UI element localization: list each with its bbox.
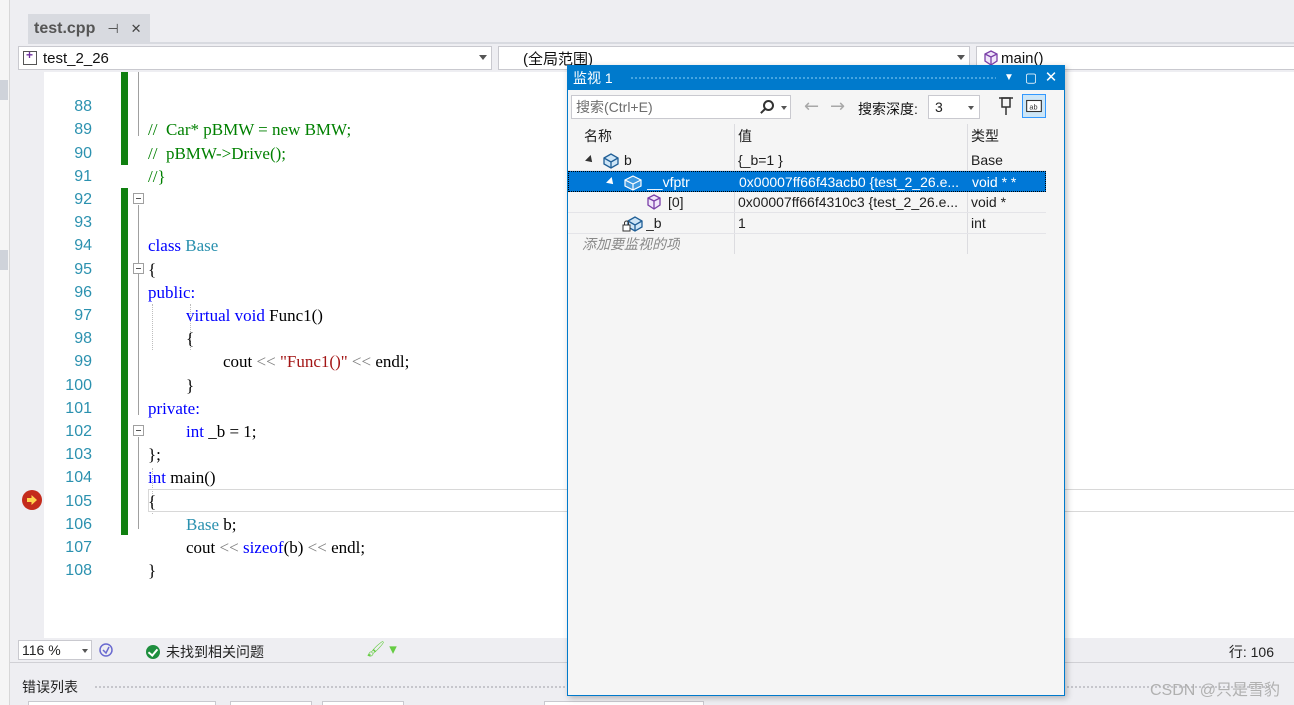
project-icon [23, 48, 37, 65]
search-placeholder: 搜索(Ctrl+E) [576, 99, 653, 115]
forward-arrow-icon[interactable]: → [830, 96, 845, 117]
watch-value: 0x00007ff66f43acb0 {test_2_26.e... [739, 174, 960, 190]
watch-title: 监视 1 [573, 70, 613, 86]
close-icon[interactable]: ✕ [1042, 66, 1060, 90]
svg-text:ab: ab [1029, 103, 1037, 112]
chevron-down-icon [957, 55, 965, 60]
watermark: CSDN @只是雪豹 [1149, 682, 1280, 699]
watch-row[interactable]: [0] 0x00007ff66f4310c3 {test_2_26.e... v… [568, 192, 1046, 213]
search-depth-label: 搜索深度: [858, 101, 918, 117]
build-filter-dropdown[interactable] [544, 701, 704, 705]
chevron-down-icon [479, 55, 487, 60]
watch-name: _b [646, 215, 662, 231]
watch-row[interactable]: _b 1 int [568, 213, 1046, 234]
watch-value: 0x00007ff66f4310c3 {test_2_26.e... [738, 194, 959, 210]
project-name: test_2_26 [43, 49, 109, 67]
field-icon [624, 175, 642, 191]
close-tab-icon[interactable]: ✕ [131, 22, 142, 37]
watch-toolbar: 搜索(Ctrl+E) ← → 搜索深度: 3 ab [568, 90, 1064, 122]
search-depth-value: 3 [935, 99, 943, 115]
watch-type: void * * [972, 174, 1017, 190]
watch-window: 监视 1 ▼ ▢ ✕ 搜索(Ctrl+E) ← → 搜索深度: 3 ab 名称 … [567, 65, 1065, 696]
chevron-down-icon [968, 106, 974, 110]
add-watch-placeholder: 添加要监视的项 [582, 236, 680, 252]
left-toolbox-strip[interactable] [0, 0, 10, 705]
maximize-icon[interactable]: ▢ [1022, 66, 1040, 90]
add-watch-row[interactable]: 添加要监视的项 [568, 234, 1046, 255]
watch-search-input[interactable]: 搜索(Ctrl+E) [571, 95, 791, 119]
watch-name: [0] [668, 194, 684, 210]
line-number: 108 [65, 562, 92, 580]
health-indicator[interactable]: 未找到相关问题 [146, 642, 264, 662]
intellicode-icon[interactable] [98, 642, 114, 658]
watch-grid-header: 名称 值 类型 [568, 124, 1046, 146]
watch-value: {_b=1 } [738, 152, 783, 168]
watch-name: b [624, 152, 632, 168]
error-list-title[interactable]: 错误列表 [22, 677, 78, 697]
title-grip [630, 76, 996, 80]
warnings-filter-button[interactable] [322, 701, 404, 705]
back-arrow-icon[interactable]: ← [804, 96, 819, 117]
check-circle-icon [146, 645, 160, 659]
column-header-value[interactable]: 值 [738, 126, 752, 146]
code-cleanup-icon[interactable]: 🖌 ▾ [366, 640, 397, 658]
side-marker [0, 80, 8, 100]
document-tab-strip: test.cpp ⊣ ✕ [10, 0, 1294, 44]
method-cube-icon [984, 50, 998, 66]
expand-arrow-icon[interactable] [585, 155, 595, 165]
tab-test-cpp[interactable]: test.cpp ⊣ ✕ [28, 14, 150, 44]
object-icon [603, 153, 619, 169]
chevron-down-icon [82, 649, 88, 653]
project-dropdown[interactable]: test_2_26 [18, 46, 492, 70]
cursor-line-position: 行: 106 [1228, 644, 1274, 660]
pin-source-icon[interactable] [994, 94, 1018, 118]
expand-arrow-icon[interactable] [606, 177, 616, 187]
pointer-element-icon [647, 194, 661, 210]
code-text: } [148, 561, 157, 581]
function-name: main() [1001, 49, 1044, 67]
watch-type: Base [971, 152, 1003, 168]
pin-icon[interactable]: ⊣ [107, 22, 118, 37]
search-depth-dropdown[interactable]: 3 [928, 95, 980, 119]
window-position-dropdown-icon[interactable]: ▼ [1000, 66, 1018, 90]
errors-filter-button[interactable] [230, 701, 312, 705]
search-icon[interactable] [763, 100, 774, 111]
chevron-down-icon[interactable] [781, 106, 787, 110]
column-header-name[interactable]: 名称 [584, 126, 612, 146]
visual-studio-window: test.cpp ⊣ ✕ test_2_26 (全局范围) main() [0, 0, 1294, 705]
hex-display-icon[interactable]: ab [1022, 94, 1046, 118]
watch-name: __vfptr [647, 174, 690, 190]
tab-title: test.cpp [34, 20, 96, 37]
watch-row[interactable]: b {_b=1 } Base [568, 150, 1046, 171]
watch-value: 1 [738, 215, 746, 231]
health-text: 未找到相关问题 [166, 644, 264, 660]
zoom-dropdown[interactable]: 116 % [18, 640, 92, 660]
watch-type: void * [971, 194, 1007, 210]
column-header-type[interactable]: 类型 [971, 126, 999, 146]
watch-title-bar[interactable]: 监视 1 ▼ ▢ ✕ [568, 66, 1064, 90]
scope-filter-dropdown[interactable] [28, 701, 216, 705]
watch-row-selected[interactable]: __vfptr 0x00007ff66f43acb0 {test_2_26.e.… [568, 171, 1046, 192]
watch-type: int [971, 215, 986, 231]
watch-grid: 名称 值 类型 b {_b=1 } Base __vfptr 0x00007ff… [568, 124, 1064, 694]
private-field-icon [622, 216, 643, 232]
zoom-level: 116 % [22, 642, 61, 658]
side-marker [0, 250, 8, 270]
